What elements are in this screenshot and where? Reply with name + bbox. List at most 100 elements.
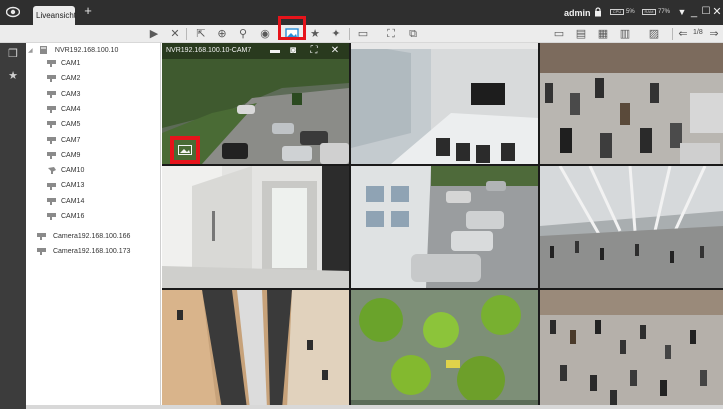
cpu-usage: 5% [626,9,635,15]
tree-item-label: CAM10 [61,167,85,175]
video-feed [540,43,723,164]
camera-icon [47,182,56,190]
video-tile[interactable] [540,43,723,164]
expand-icon[interactable]: ⛶ [308,45,320,57]
snapshot-highlight[interactable] [170,136,200,164]
camera-snapshot-icon[interactable]: ◙ [287,45,299,57]
layout-2x2-icon[interactable]: ▤ [572,25,590,43]
tree-item-standalone-camera[interactable]: Camera192.168.100.173 [36,245,130,259]
video-tile[interactable] [351,166,538,288]
close-tile-icon[interactable]: ✕ [329,45,341,57]
camera-icon [47,60,56,68]
play-icon[interactable]: ▶ [145,25,163,43]
camera-icon [47,106,56,114]
camera-icon [47,151,56,159]
layout-3x3-icon[interactable]: ▦ [594,25,612,43]
close-all-icon[interactable]: ✕ [166,25,184,43]
video-feed [162,166,349,288]
toolbar-divider [672,28,673,40]
tree-item-camera[interactable]: CAM4 [46,103,80,117]
tree-item-label: CAM14 [61,197,85,205]
layout-icon[interactable]: ⧉ [404,25,422,43]
tree-item-camera[interactable]: CAM3 [46,88,80,102]
close-button[interactable]: ✕ [711,6,723,18]
device-tree-icon[interactable]: ❒ [7,48,19,60]
previous-page-icon[interactable]: ⇐ [676,25,690,43]
video-feed [540,166,723,288]
layout-1x1-icon[interactable]: ▭ [550,25,568,43]
ram-badge: RAM [642,9,656,15]
layout-custom-icon[interactable]: ▥ [616,25,634,43]
minimize-button[interactable]: _ [688,6,700,18]
title-bar: Liveansicht + admin CPU 5% RAM 77% ▼ _ ☐… [0,0,723,25]
tree-item-camera[interactable]: CAM7 [46,134,80,148]
camera-icon [47,197,56,205]
tree-item-camera[interactable]: CAM9 [46,149,80,163]
tree-item-label: CAM2 [61,75,81,83]
status-strip [26,405,723,409]
next-page-icon[interactable]: ⇒ [707,25,721,43]
tree-item-camera[interactable]: CAM14 [46,195,84,209]
image-snapshot-icon [178,145,192,155]
layout-options-icon[interactable]: ▨ [645,25,663,43]
camera-icon [47,121,56,129]
video-grid: NVR192.168.100.10-CAM7 ▬ ◙ ⛶ ✕ [162,43,723,409]
pointer-icon[interactable]: ⇱ [192,25,210,43]
tree-item-label: Camera192.168.100.173 [52,248,131,255]
toolbar: ▶ ✕ ⇱ ⊕ ⚲ ◉ ★ ✦ ▭ ⛶ ⧉ ▭ ▤ ▦ ▥ ▨ ⇐ 1/8 ⇒ [0,25,723,43]
tree-item-label: CAM7 [61,136,81,144]
eye-icon[interactable]: ◉ [256,25,274,43]
tree-item-label: NVR192.168.100.10 [54,47,119,54]
side-rail: ❒ ★ [0,43,26,409]
zoom-icon[interactable]: ⊕ [213,25,231,43]
video-feed [540,290,723,409]
camera-icon [37,248,46,256]
dropdown-icon[interactable]: ▼ [676,6,688,18]
tree-item-camera[interactable]: CAM13 [46,179,84,193]
camera-icon [37,233,46,241]
video-tile-selected[interactable]: NVR192.168.100.10-CAM7 ▬ ◙ ⛶ ✕ [162,43,349,164]
ptz-icon[interactable]: ⚲ [234,25,252,43]
tree-item-camera[interactable]: CAM2 [46,72,80,86]
tab-liveansicht[interactable]: Liveansicht [33,6,77,25]
tree-item-label: CAM16 [61,213,85,220]
add-favorite-icon[interactable]: ✦ [327,25,345,43]
device-tree: ◢ NVR192.168.100.10 CAM1 CAM2 CAM3 CAM4 CAM5… [26,43,161,409]
camera-icon [47,213,56,221]
video-tile[interactable] [351,290,538,409]
page-indicator: 1/8 [693,29,703,36]
tree-item-camera[interactable]: CAM10 [46,164,84,178]
tree-item-label: CAM13 [61,182,85,190]
favorite-icon[interactable]: ★ [306,25,324,43]
snapshot-highlight [278,16,306,40]
video-tile[interactable] [540,166,723,288]
ram-usage: 77% [658,9,671,15]
cpu-badge: CPU [610,9,624,15]
tree-item-camera[interactable]: CAM5 [46,118,80,132]
video-tile[interactable] [351,43,538,164]
camera-icon [47,75,56,83]
toolbar-divider [186,28,187,40]
tree-item-camera[interactable]: CAM1 [46,57,80,71]
lock-icon[interactable] [594,7,602,17]
eye-logo-icon [6,6,20,18]
window-icon[interactable]: ▭ [354,25,372,43]
video-feed [351,290,538,409]
tree-item-camera[interactable]: CAM16 [46,210,84,224]
collapse-icon[interactable]: ◢ [28,44,36,58]
tree-item-standalone-camera[interactable]: Camera192.168.100.166 [36,230,130,244]
video-tile[interactable] [540,290,723,409]
tree-item-nvr[interactable]: ◢ NVR192.168.100.10 [28,44,118,58]
tab-label: Liveansicht [36,11,77,20]
favorites-icon[interactable]: ★ [7,70,19,82]
video-feed [351,166,538,288]
toolbar-divider [349,28,350,40]
camera-icon [47,136,56,144]
record-icon[interactable]: ▬ [269,45,281,57]
video-tile[interactable] [162,166,349,288]
fullscreen-icon[interactable]: ⛶ [382,25,400,43]
tree-item-label: Camera192.168.100.166 [52,233,131,240]
video-tile[interactable] [162,290,349,409]
add-tab-button[interactable]: + [82,4,94,18]
ptz-camera-icon [48,167,56,175]
